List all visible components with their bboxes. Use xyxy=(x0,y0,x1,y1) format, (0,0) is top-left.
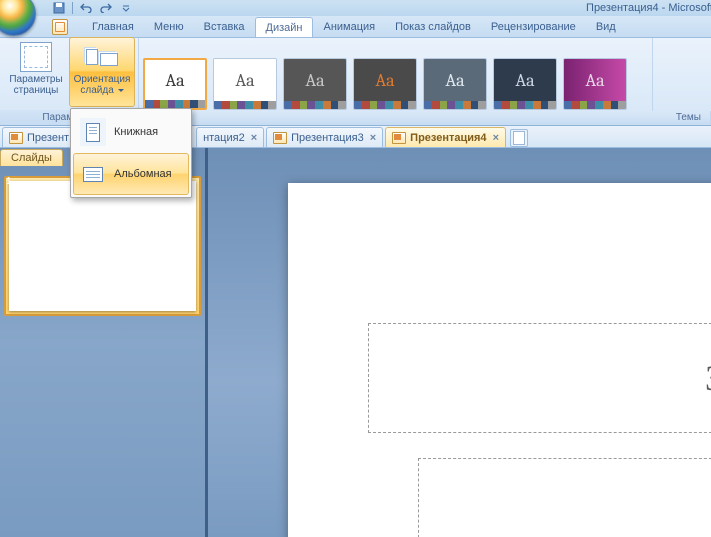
tab-slideshow[interactable]: Показ слайдов xyxy=(385,16,481,37)
orientation-portrait[interactable]: Книжная xyxy=(73,111,189,153)
slides-panel-tab[interactable]: Слайды xyxy=(0,149,63,166)
tab-animation[interactable]: Анимация xyxy=(313,16,385,37)
doc-tab-2[interactable]: нтация2× xyxy=(196,127,264,147)
slide-thumbnails-panel: 1 xyxy=(0,148,208,537)
orientation-label: Ориентация слайда xyxy=(74,74,131,96)
slide: Заго Под xyxy=(288,183,711,537)
theme-swatch-6[interactable]: Aa xyxy=(563,58,627,110)
slide-orientation-button[interactable]: Ориентация слайда xyxy=(69,37,135,107)
themes-gallery[interactable]: AaAaAaAaAaAaAa xyxy=(139,52,710,110)
theme-swatch-4[interactable]: Aa xyxy=(423,58,487,110)
slide-canvas[interactable]: Заго Под xyxy=(208,148,711,537)
thumbnail-number: 1 xyxy=(6,176,12,187)
undo-icon[interactable] xyxy=(79,1,93,15)
panel-tabs: Слайды xyxy=(0,148,63,168)
doc-tab-3[interactable]: Презентация3× xyxy=(266,127,383,147)
orientation-dropdown: Книжная Альбомная xyxy=(70,108,192,198)
portrait-page-icon xyxy=(80,118,106,146)
tab-design[interactable]: Дизайн xyxy=(255,17,314,37)
tab-insert[interactable]: Вставка xyxy=(194,16,255,37)
window-title: Презентация4 - Microsoft xyxy=(586,0,711,16)
chevron-down-icon xyxy=(118,89,124,92)
orientation-icon xyxy=(86,42,118,72)
group-label-themes: Темы xyxy=(676,110,701,125)
orientation-landscape[interactable]: Альбомная xyxy=(73,153,189,195)
presentation-icon xyxy=(392,132,406,144)
theme-swatch-2[interactable]: Aa xyxy=(283,58,347,110)
theme-swatch-5[interactable]: Aa xyxy=(493,58,557,110)
thumbnail-slide xyxy=(9,181,196,311)
ribbon-group-themes: AaAaAaAaAaAaAa . xyxy=(139,38,711,125)
tab-view[interactable]: Вид xyxy=(586,16,626,37)
doc-tab-1[interactable]: Презент xyxy=(2,127,76,147)
page-setup-button[interactable]: Параметры страницы xyxy=(3,37,69,107)
close-icon[interactable]: × xyxy=(493,132,499,144)
presentation-icon xyxy=(9,132,23,144)
save-icon[interactable] xyxy=(52,1,66,15)
doc-tab-4-active[interactable]: Презентация4× xyxy=(385,127,506,147)
presentation-icon xyxy=(273,132,287,144)
new-tab-button[interactable] xyxy=(510,129,528,147)
tab-menu[interactable]: Меню xyxy=(144,16,194,37)
main-area: 1 Заго Под xyxy=(0,148,711,537)
landscape-page-icon xyxy=(80,160,106,188)
addin-icon xyxy=(52,19,68,35)
quick-access-toolbar xyxy=(46,0,133,16)
close-icon[interactable]: × xyxy=(370,132,376,144)
page-setup-icon xyxy=(20,42,52,72)
theme-swatch-3[interactable]: Aa xyxy=(353,58,417,110)
theme-swatch-1[interactable]: Aa xyxy=(213,58,277,110)
qat-dropdown-icon[interactable] xyxy=(119,1,133,15)
title-placeholder[interactable]: Заго xyxy=(368,323,711,433)
tab-review[interactable]: Рецензирование xyxy=(481,16,586,37)
subtitle-placeholder[interactable]: Под xyxy=(418,458,711,537)
theme-swatch-0[interactable]: Aa xyxy=(143,58,207,110)
page-setup-label: Параметры страницы xyxy=(4,74,68,96)
close-icon[interactable]: × xyxy=(251,132,257,144)
title-bar: Презентация4 - Microsoft xyxy=(0,0,711,16)
theme-cut[interactable]: Aa xyxy=(659,41,711,93)
redo-icon[interactable] xyxy=(99,1,113,15)
